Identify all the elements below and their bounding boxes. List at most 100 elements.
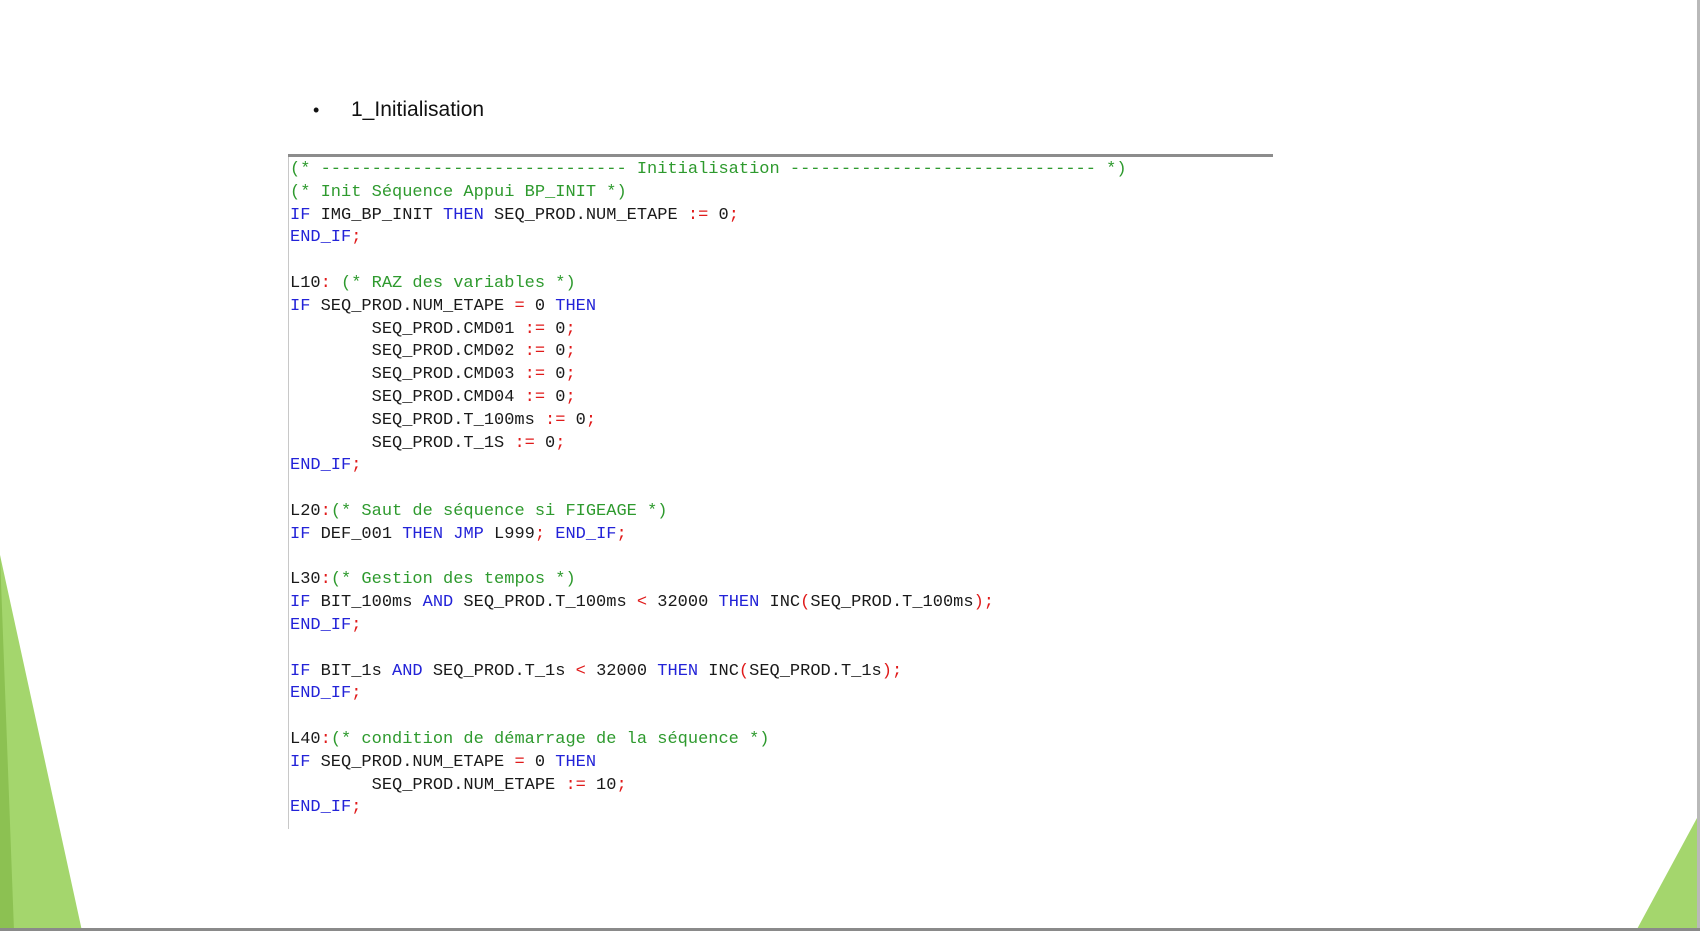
code-comment: (* ------------------------------ Initia… <box>290 160 1127 179</box>
code-line: END_IF; <box>290 615 1127 638</box>
code-keyword: IF <box>290 296 311 316</box>
code-operator: ; <box>351 798 362 818</box>
code-line: SEQ_PROD.T_100ms := 0; <box>290 410 1127 433</box>
code-text: IMG_BP_INIT <box>310 205 444 225</box>
accent-triangle-right <box>1636 818 1697 931</box>
code-line: END_IF; <box>290 683 1127 706</box>
code-line: L40:(* condition de démarrage de la séqu… <box>290 729 1127 752</box>
code-operator: := <box>545 410 566 430</box>
code-operator: ; <box>534 524 546 544</box>
code-comment: (* Gestion des tempos *) <box>330 570 576 590</box>
code-operator: : <box>320 501 331 521</box>
code-operator: < <box>575 661 586 681</box>
code-operator: ; <box>565 342 576 362</box>
code-operator: ; <box>351 228 362 248</box>
code-text: 0 <box>524 296 556 316</box>
code-line: L10: (* RAZ des variables *) <box>290 273 1127 296</box>
code-line: IF SEQ_PROD.NUM_ETAPE = 0 THEN <box>290 752 1127 775</box>
code-line: SEQ_PROD.CMD03 := 0; <box>290 364 1127 387</box>
code-operator: ( <box>738 661 750 681</box>
code-keyword: AND <box>392 661 423 681</box>
code-text: L30 <box>290 570 321 590</box>
code-text: INC <box>698 661 739 681</box>
code-line: (* ------------------------------ Initia… <box>290 159 1127 182</box>
code-operator: ); <box>881 661 903 681</box>
code-text: 0 <box>545 342 566 362</box>
code-keyword: IF <box>290 593 311 613</box>
code-line: L30:(* Gestion des tempos *) <box>290 569 1127 592</box>
code-text: 0 <box>545 387 566 407</box>
code-text: SEQ_PROD.T_100ms <box>290 410 546 430</box>
code-operator: : <box>320 273 331 293</box>
code-text: SEQ_PROD.CMD03 <box>290 365 525 385</box>
code-keyword: IF <box>290 205 311 225</box>
code-operator: := <box>687 205 709 225</box>
code-line: END_IF; <box>290 455 1127 478</box>
bullet-item: • 1_Initialisation <box>313 98 484 122</box>
code-text: 0 <box>534 433 556 453</box>
code-text: 10 <box>585 775 617 795</box>
code-text: L40 <box>290 729 321 749</box>
code-line: IF BIT_1s AND SEQ_PROD.T_1s < 32000 THEN… <box>290 661 1127 684</box>
slide: • 1_Initialisation (* ------------------… <box>0 0 1700 931</box>
code-line: SEQ_PROD.CMD04 := 0; <box>290 387 1127 410</box>
code-text: L10 <box>290 273 321 293</box>
code-operator: := <box>565 775 586 795</box>
code-keyword: END_IF <box>290 456 352 476</box>
code-screenshot: (* ------------------------------ Initia… <box>288 154 1273 829</box>
code-text: INC <box>759 593 801 613</box>
code-text: 0 <box>524 752 556 772</box>
code-text: L999 <box>483 524 535 544</box>
code-comment: (* condition de démarrage de la séquence… <box>330 729 770 749</box>
code-line: SEQ_PROD.T_1S := 0; <box>290 433 1127 456</box>
code-operator: ; <box>555 433 566 453</box>
code-text: 0 <box>708 205 729 225</box>
code-text: DEF_001 <box>310 524 403 544</box>
code-text: SEQ_PROD.T_100ms <box>453 593 637 613</box>
code-text: SEQ_PROD.CMD01 <box>290 319 525 339</box>
code-operator: ; <box>616 524 627 544</box>
code-line: END_IF; <box>290 797 1127 820</box>
code-line: SEQ_PROD.NUM_ETAPE := 10; <box>290 775 1127 798</box>
code-line: IF BIT_100ms AND SEQ_PROD.T_100ms < 3200… <box>290 592 1127 615</box>
code-left-border <box>288 157 289 829</box>
code-text: SEQ_PROD.T_1S <box>290 433 515 453</box>
code-text: 32000 <box>647 593 719 613</box>
code-keyword: END_IF <box>290 684 352 704</box>
code-operator: ; <box>565 365 576 385</box>
code-keyword: IF <box>290 524 311 544</box>
code-text: L20 <box>290 501 321 521</box>
code-operator: < <box>636 593 648 613</box>
code-operator: = <box>514 296 525 316</box>
code-text: SEQ_PROD.NUM_ETAPE <box>483 205 688 225</box>
code-line: SEQ_PROD.CMD01 := 0; <box>290 319 1127 342</box>
code-operator: := <box>524 387 546 407</box>
bullet-dot: • <box>313 99 320 120</box>
code-top-border <box>288 154 1273 157</box>
code-keyword: THEN <box>443 205 484 225</box>
code-operator: := <box>514 433 535 453</box>
code-operator: := <box>524 365 546 385</box>
code-keyword: END_IF <box>290 615 352 635</box>
code-operator: : <box>320 570 331 590</box>
code-comment: (* Init Séquence Appui BP_INIT *) <box>290 182 627 202</box>
code-text: 0 <box>545 365 566 385</box>
code-operator: ; <box>351 684 362 704</box>
code-text: BIT_100ms <box>310 593 423 613</box>
code-operator: ); <box>973 593 994 613</box>
code-operator: : <box>320 729 331 749</box>
code-keyword: THEN <box>657 661 699 681</box>
code-keyword: END_IF <box>290 228 352 248</box>
code-text: 0 <box>565 410 586 430</box>
code-text: SEQ_PROD.NUM_ETAPE <box>310 752 515 772</box>
code-operator: ; <box>351 615 362 635</box>
code-listing: (* ------------------------------ Initia… <box>290 159 1127 820</box>
code-line: IF SEQ_PROD.NUM_ETAPE = 0 THEN <box>290 296 1127 319</box>
code-operator: ; <box>728 205 739 225</box>
